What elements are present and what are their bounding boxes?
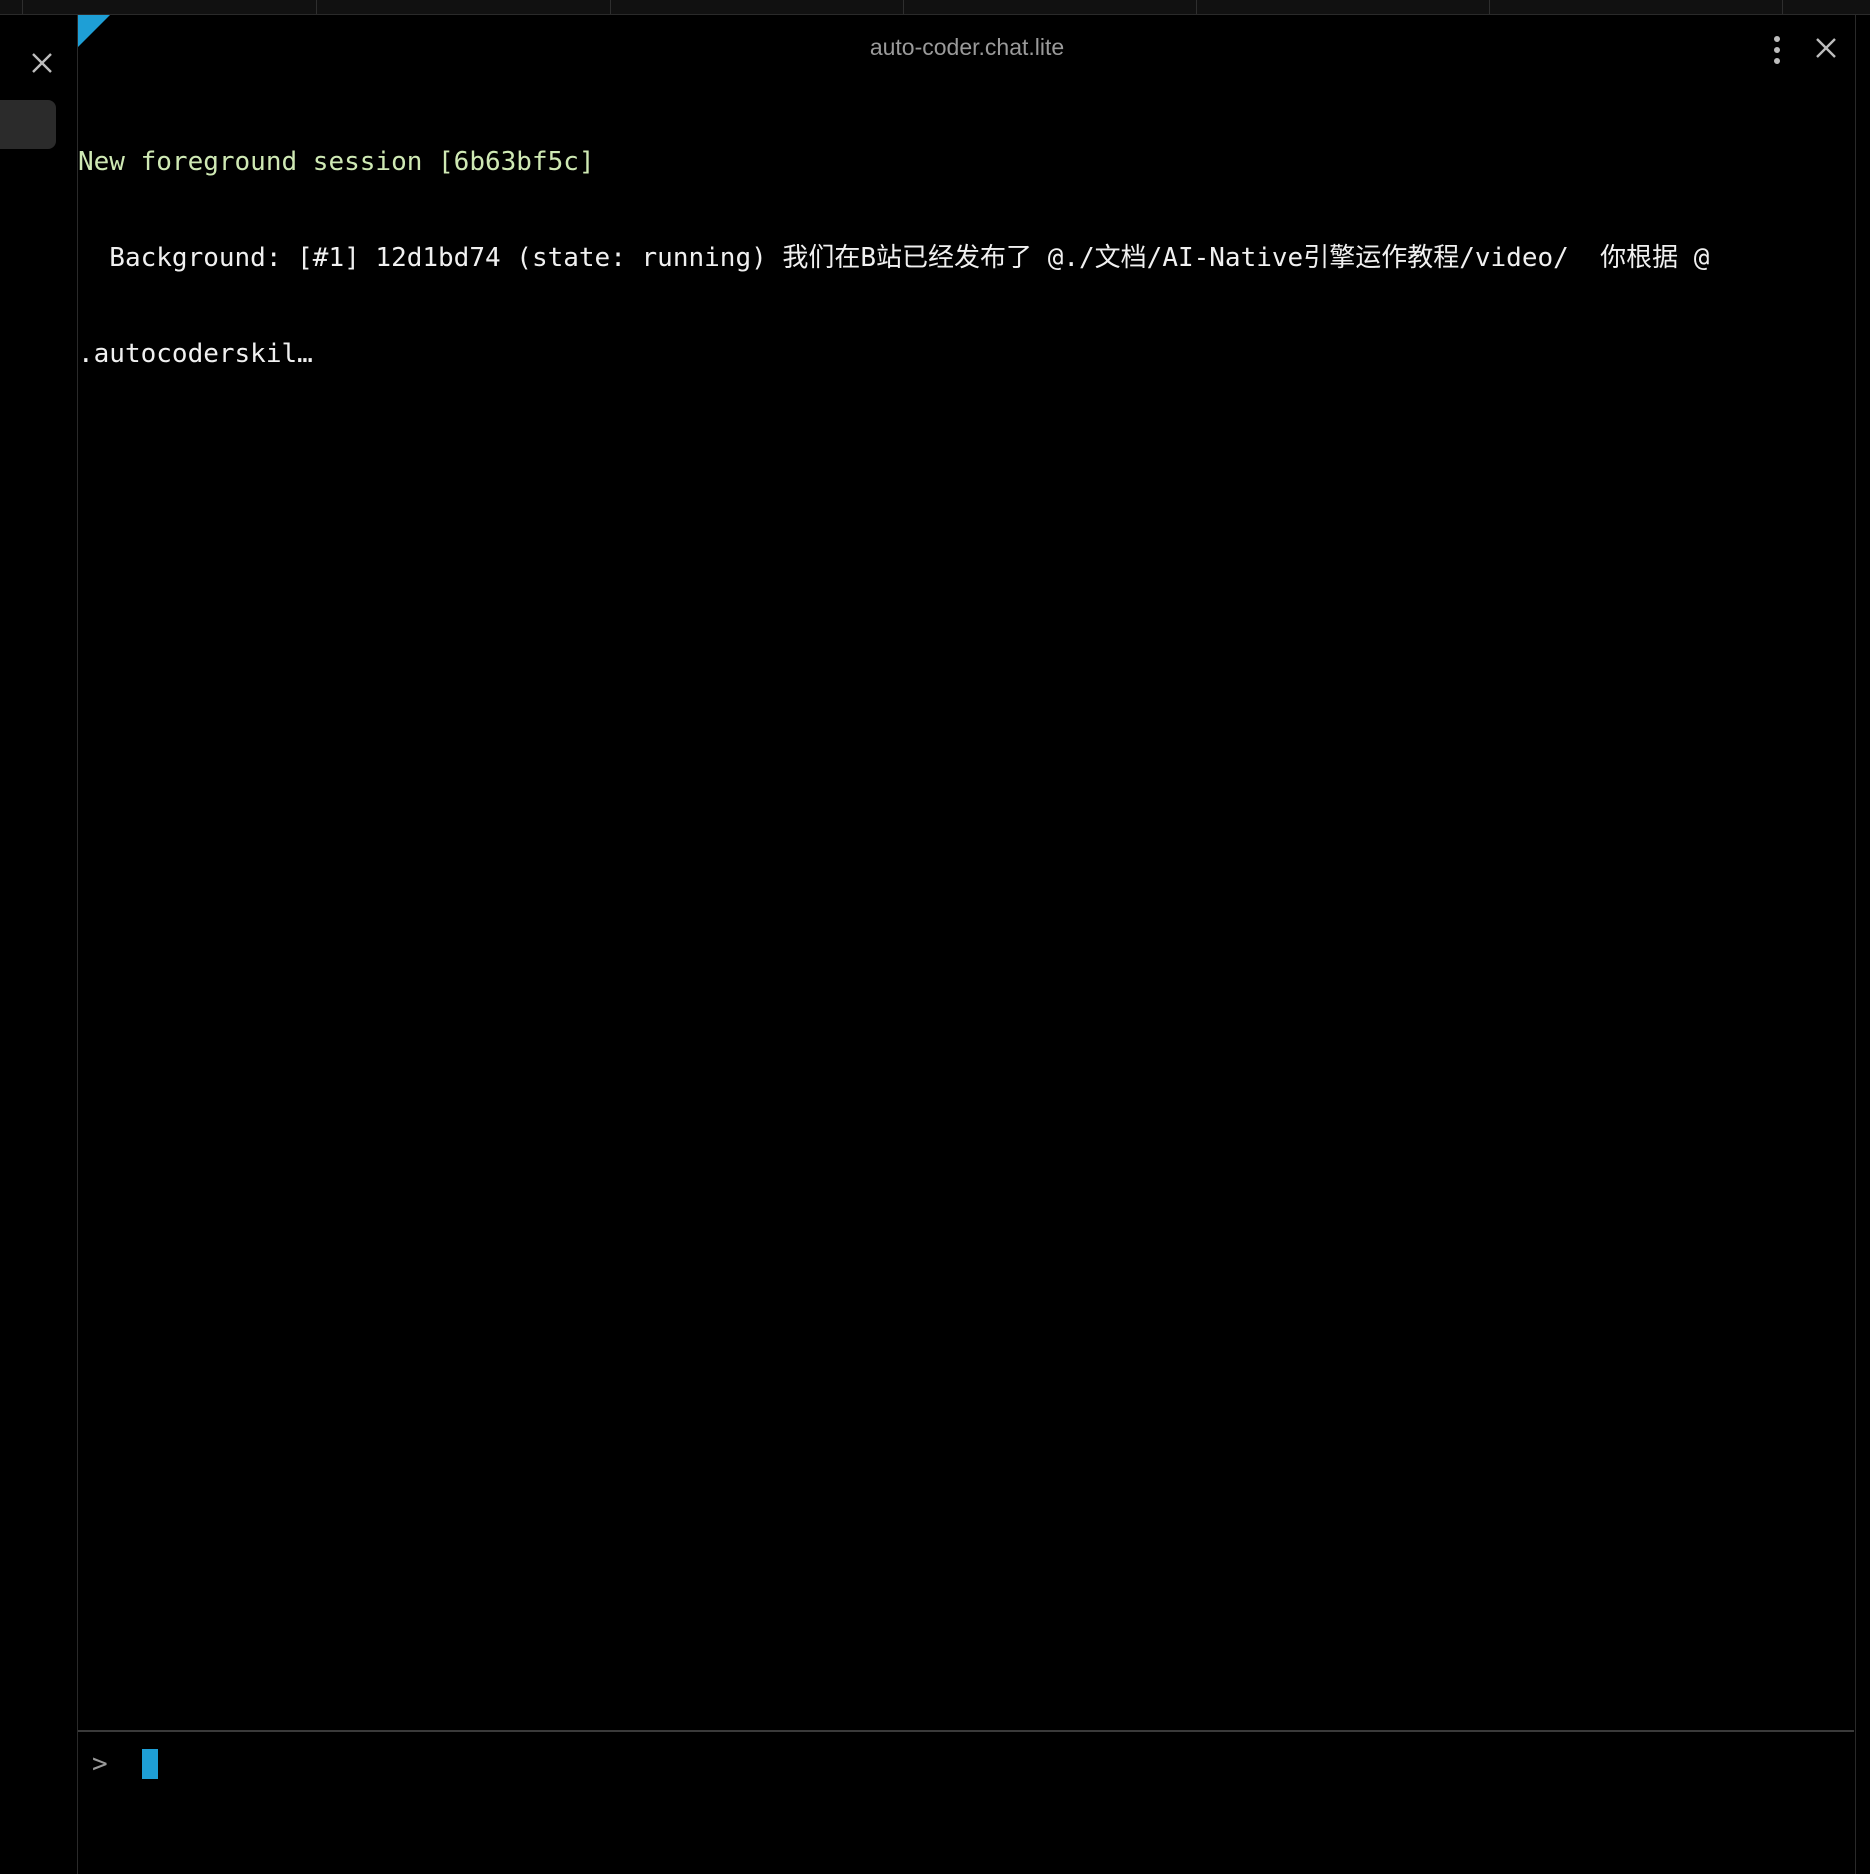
- tab-separator: [1489, 0, 1490, 14]
- panel-right-edge: [1855, 15, 1856, 1874]
- tab-separator: [903, 0, 904, 14]
- left-rail: [0, 15, 78, 1874]
- tab-separator: [1196, 0, 1197, 14]
- top-tab-strip: [0, 0, 1870, 15]
- tab-separator: [610, 0, 611, 14]
- tab-separator: [316, 0, 317, 14]
- input-divider: [78, 1730, 1854, 1732]
- session-line: New foreground session [6b63bf5c]: [78, 147, 595, 177]
- tab-separator: [1782, 0, 1783, 14]
- command-input[interactable]: [140, 1745, 1840, 1785]
- close-icon[interactable]: [1810, 32, 1842, 64]
- prompt-symbol: >: [92, 1749, 108, 1779]
- rail-tab[interactable]: [0, 100, 56, 149]
- more-vertical-icon[interactable]: [1764, 32, 1790, 68]
- background-line-continuation: .autocoderskil…: [78, 339, 313, 369]
- close-icon[interactable]: [26, 47, 58, 79]
- window-title: auto-coder.chat.lite: [869, 34, 1065, 60]
- terminal-output: New foreground session [6b63bf5c] Backgr…: [78, 82, 1854, 402]
- background-line: Background: [#1] 12d1bd74 (state: runnin…: [78, 243, 1710, 273]
- text-cursor: [142, 1749, 158, 1779]
- tab-separator: [22, 0, 23, 14]
